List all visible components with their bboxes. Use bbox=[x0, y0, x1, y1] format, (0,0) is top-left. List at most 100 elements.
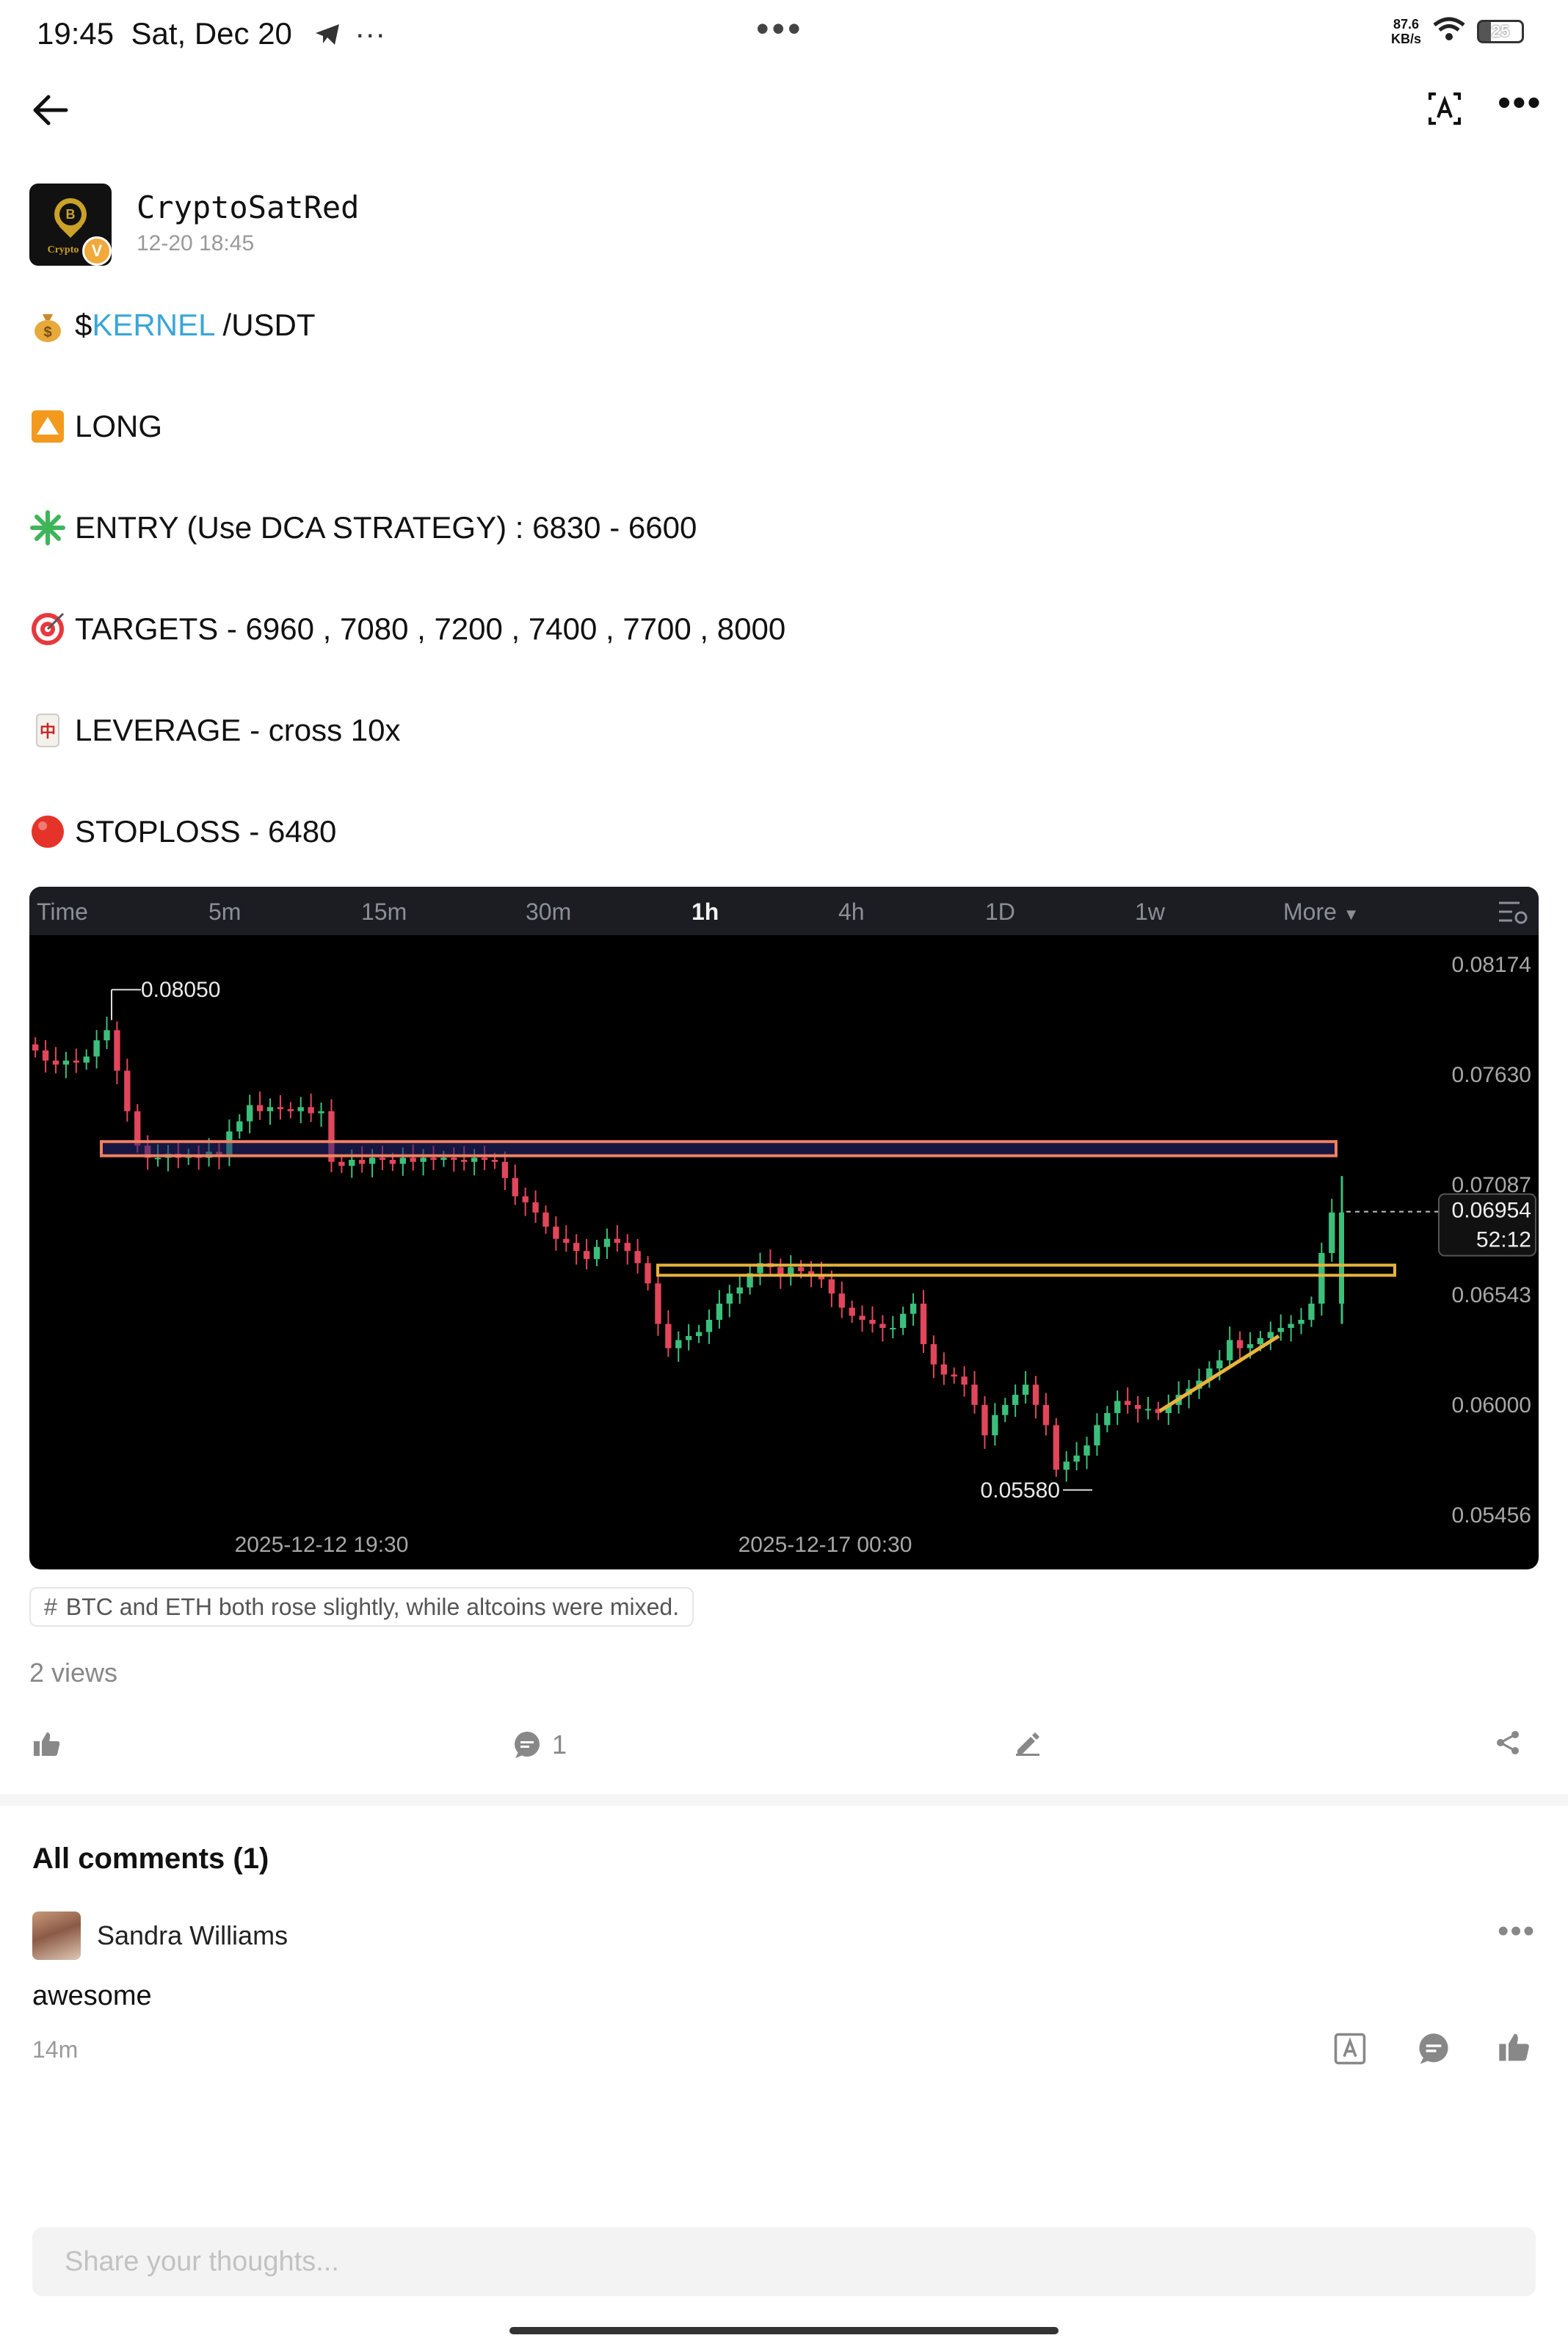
candle-body bbox=[1216, 1360, 1223, 1369]
caret-down-icon: ▼ bbox=[1343, 905, 1360, 923]
candle-body bbox=[961, 1376, 968, 1385]
tab-more[interactable]: More ▼ bbox=[1283, 898, 1360, 926]
status-bar-time: 19:45 Sat, Dec 20 ··· bbox=[37, 16, 385, 54]
window-handle-dots[interactable]: ••• bbox=[756, 7, 804, 50]
candle-body bbox=[501, 1161, 509, 1178]
candle-body bbox=[440, 1158, 447, 1161]
status-indicators: 87.6 KB/s 25 bbox=[1391, 16, 1524, 46]
trend-line bbox=[1158, 1334, 1280, 1413]
candle-body bbox=[879, 1324, 886, 1329]
comment-like-button[interactable] bbox=[1498, 2030, 1531, 2068]
target-icon bbox=[29, 611, 66, 647]
candle-body bbox=[1134, 1404, 1141, 1409]
verified-badge-icon: V bbox=[82, 236, 112, 266]
tab-time[interactable]: Time bbox=[37, 898, 88, 926]
candle-body bbox=[32, 1044, 39, 1050]
back-button[interactable] bbox=[29, 88, 81, 132]
current-price-label: 0.06954 bbox=[1452, 1199, 1531, 1223]
candle-body bbox=[1053, 1425, 1059, 1470]
candle-body bbox=[797, 1267, 805, 1271]
candle-body bbox=[308, 1107, 314, 1114]
candle-body bbox=[1022, 1384, 1029, 1395]
candle-body bbox=[430, 1158, 437, 1161]
candle-body bbox=[247, 1105, 253, 1122]
candle-body bbox=[318, 1111, 324, 1114]
home-indicator[interactable] bbox=[509, 2327, 1059, 2334]
tab-4h[interactable]: 4h bbox=[838, 898, 865, 926]
wifi-icon bbox=[1431, 16, 1467, 46]
candle-body bbox=[645, 1263, 651, 1284]
candle-body bbox=[338, 1161, 345, 1166]
candle-body bbox=[369, 1158, 376, 1164]
candle-body bbox=[379, 1158, 386, 1161]
comment-more-button[interactable]: ••• bbox=[1498, 1915, 1536, 1947]
candle-body bbox=[726, 1293, 733, 1304]
candle-body bbox=[154, 1158, 161, 1160]
comment-reply-button[interactable] bbox=[1417, 2032, 1451, 2069]
candle-body bbox=[910, 1303, 917, 1314]
tab-1w[interactable]: 1w bbox=[1135, 898, 1165, 926]
cashtag-link[interactable]: KERNEL bbox=[92, 308, 214, 342]
candle-body bbox=[1073, 1455, 1080, 1462]
share-button[interactable] bbox=[1495, 1729, 1521, 1756]
candlestick-plot: 0.081740.076300.070870.065430.060000.054… bbox=[32, 953, 1536, 1557]
comment-input[interactable] bbox=[65, 2245, 1536, 2278]
candle-body bbox=[491, 1160, 498, 1162]
share-icon bbox=[1497, 1731, 1519, 1754]
tab-15m[interactable]: 15m bbox=[361, 898, 407, 926]
candle-body bbox=[971, 1384, 978, 1405]
low-price-label: 0.05580 bbox=[981, 1478, 1060, 1503]
like-button[interactable] bbox=[32, 1729, 62, 1759]
x-tick-label: 2025-12-17 00:30 bbox=[738, 1533, 912, 1557]
topic-tag[interactable]: # BTC and ETH both rose slightly, while … bbox=[29, 1587, 694, 1627]
candle-body bbox=[583, 1251, 590, 1260]
more-options-button[interactable]: ••• bbox=[1498, 84, 1542, 122]
candle-body bbox=[1042, 1404, 1050, 1426]
candle-body bbox=[1329, 1212, 1335, 1253]
candle-body bbox=[1144, 1409, 1152, 1411]
candle-body bbox=[1246, 1344, 1254, 1348]
translate-button[interactable] bbox=[1426, 90, 1467, 131]
candle-body bbox=[349, 1160, 355, 1166]
candle-body bbox=[655, 1283, 661, 1324]
author-avatar[interactable]: B Crypto V bbox=[29, 184, 112, 266]
candle-body bbox=[256, 1105, 264, 1111]
edit-button[interactable] bbox=[1015, 1729, 1041, 1756]
comment-composer[interactable] bbox=[32, 2227, 1536, 2296]
candle-body bbox=[951, 1374, 957, 1377]
commenter-avatar[interactable] bbox=[32, 1911, 81, 1960]
y-tick-label: 0.05456 bbox=[1452, 1503, 1531, 1528]
tab-1h[interactable]: 1h bbox=[692, 898, 719, 926]
author-name[interactable]: CryptoSatRed bbox=[137, 189, 359, 225]
candle-body bbox=[410, 1158, 416, 1162]
candle-body bbox=[62, 1060, 70, 1065]
comment-text: awesome bbox=[32, 1981, 152, 2011]
candle-body bbox=[940, 1364, 947, 1375]
tab-30m[interactable]: 30m bbox=[526, 898, 571, 926]
chart-settings-icon[interactable] bbox=[1498, 897, 1528, 930]
candle-body bbox=[716, 1303, 723, 1320]
candle-body bbox=[522, 1196, 529, 1202]
tab-5m[interactable]: 5m bbox=[208, 898, 241, 926]
svg-text:$: $ bbox=[43, 324, 51, 341]
candle-body bbox=[573, 1243, 580, 1252]
candle-body bbox=[389, 1160, 396, 1164]
candle-body bbox=[1277, 1328, 1284, 1332]
chart-timeframe-tabs: Time 5m 15m 30m 1h 4h 1D 1w More ▼ bbox=[29, 887, 1539, 935]
candle-body bbox=[451, 1158, 457, 1161]
price-chart[interactable]: Time 5m 15m 30m 1h 4h 1D 1w More ▼ 0.081… bbox=[29, 887, 1539, 1569]
candle-body bbox=[73, 1060, 79, 1063]
candle-body bbox=[920, 1303, 927, 1345]
tab-1d[interactable]: 1D bbox=[985, 898, 1015, 926]
candle-body bbox=[277, 1107, 284, 1110]
comment-translate-button[interactable] bbox=[1333, 2032, 1367, 2069]
comment-button[interactable]: 1 bbox=[512, 1729, 567, 1760]
candle-body bbox=[287, 1109, 294, 1111]
y-tick-label: 0.08174 bbox=[1452, 953, 1531, 977]
candle-body bbox=[42, 1050, 49, 1061]
candle-body bbox=[236, 1121, 243, 1132]
commenter-name[interactable]: Sandra Williams bbox=[97, 1920, 288, 1951]
comment-time: 14m bbox=[32, 2036, 79, 2063]
x-tick-label: 2025-12-12 19:30 bbox=[235, 1533, 409, 1557]
candle-body bbox=[114, 1030, 120, 1071]
